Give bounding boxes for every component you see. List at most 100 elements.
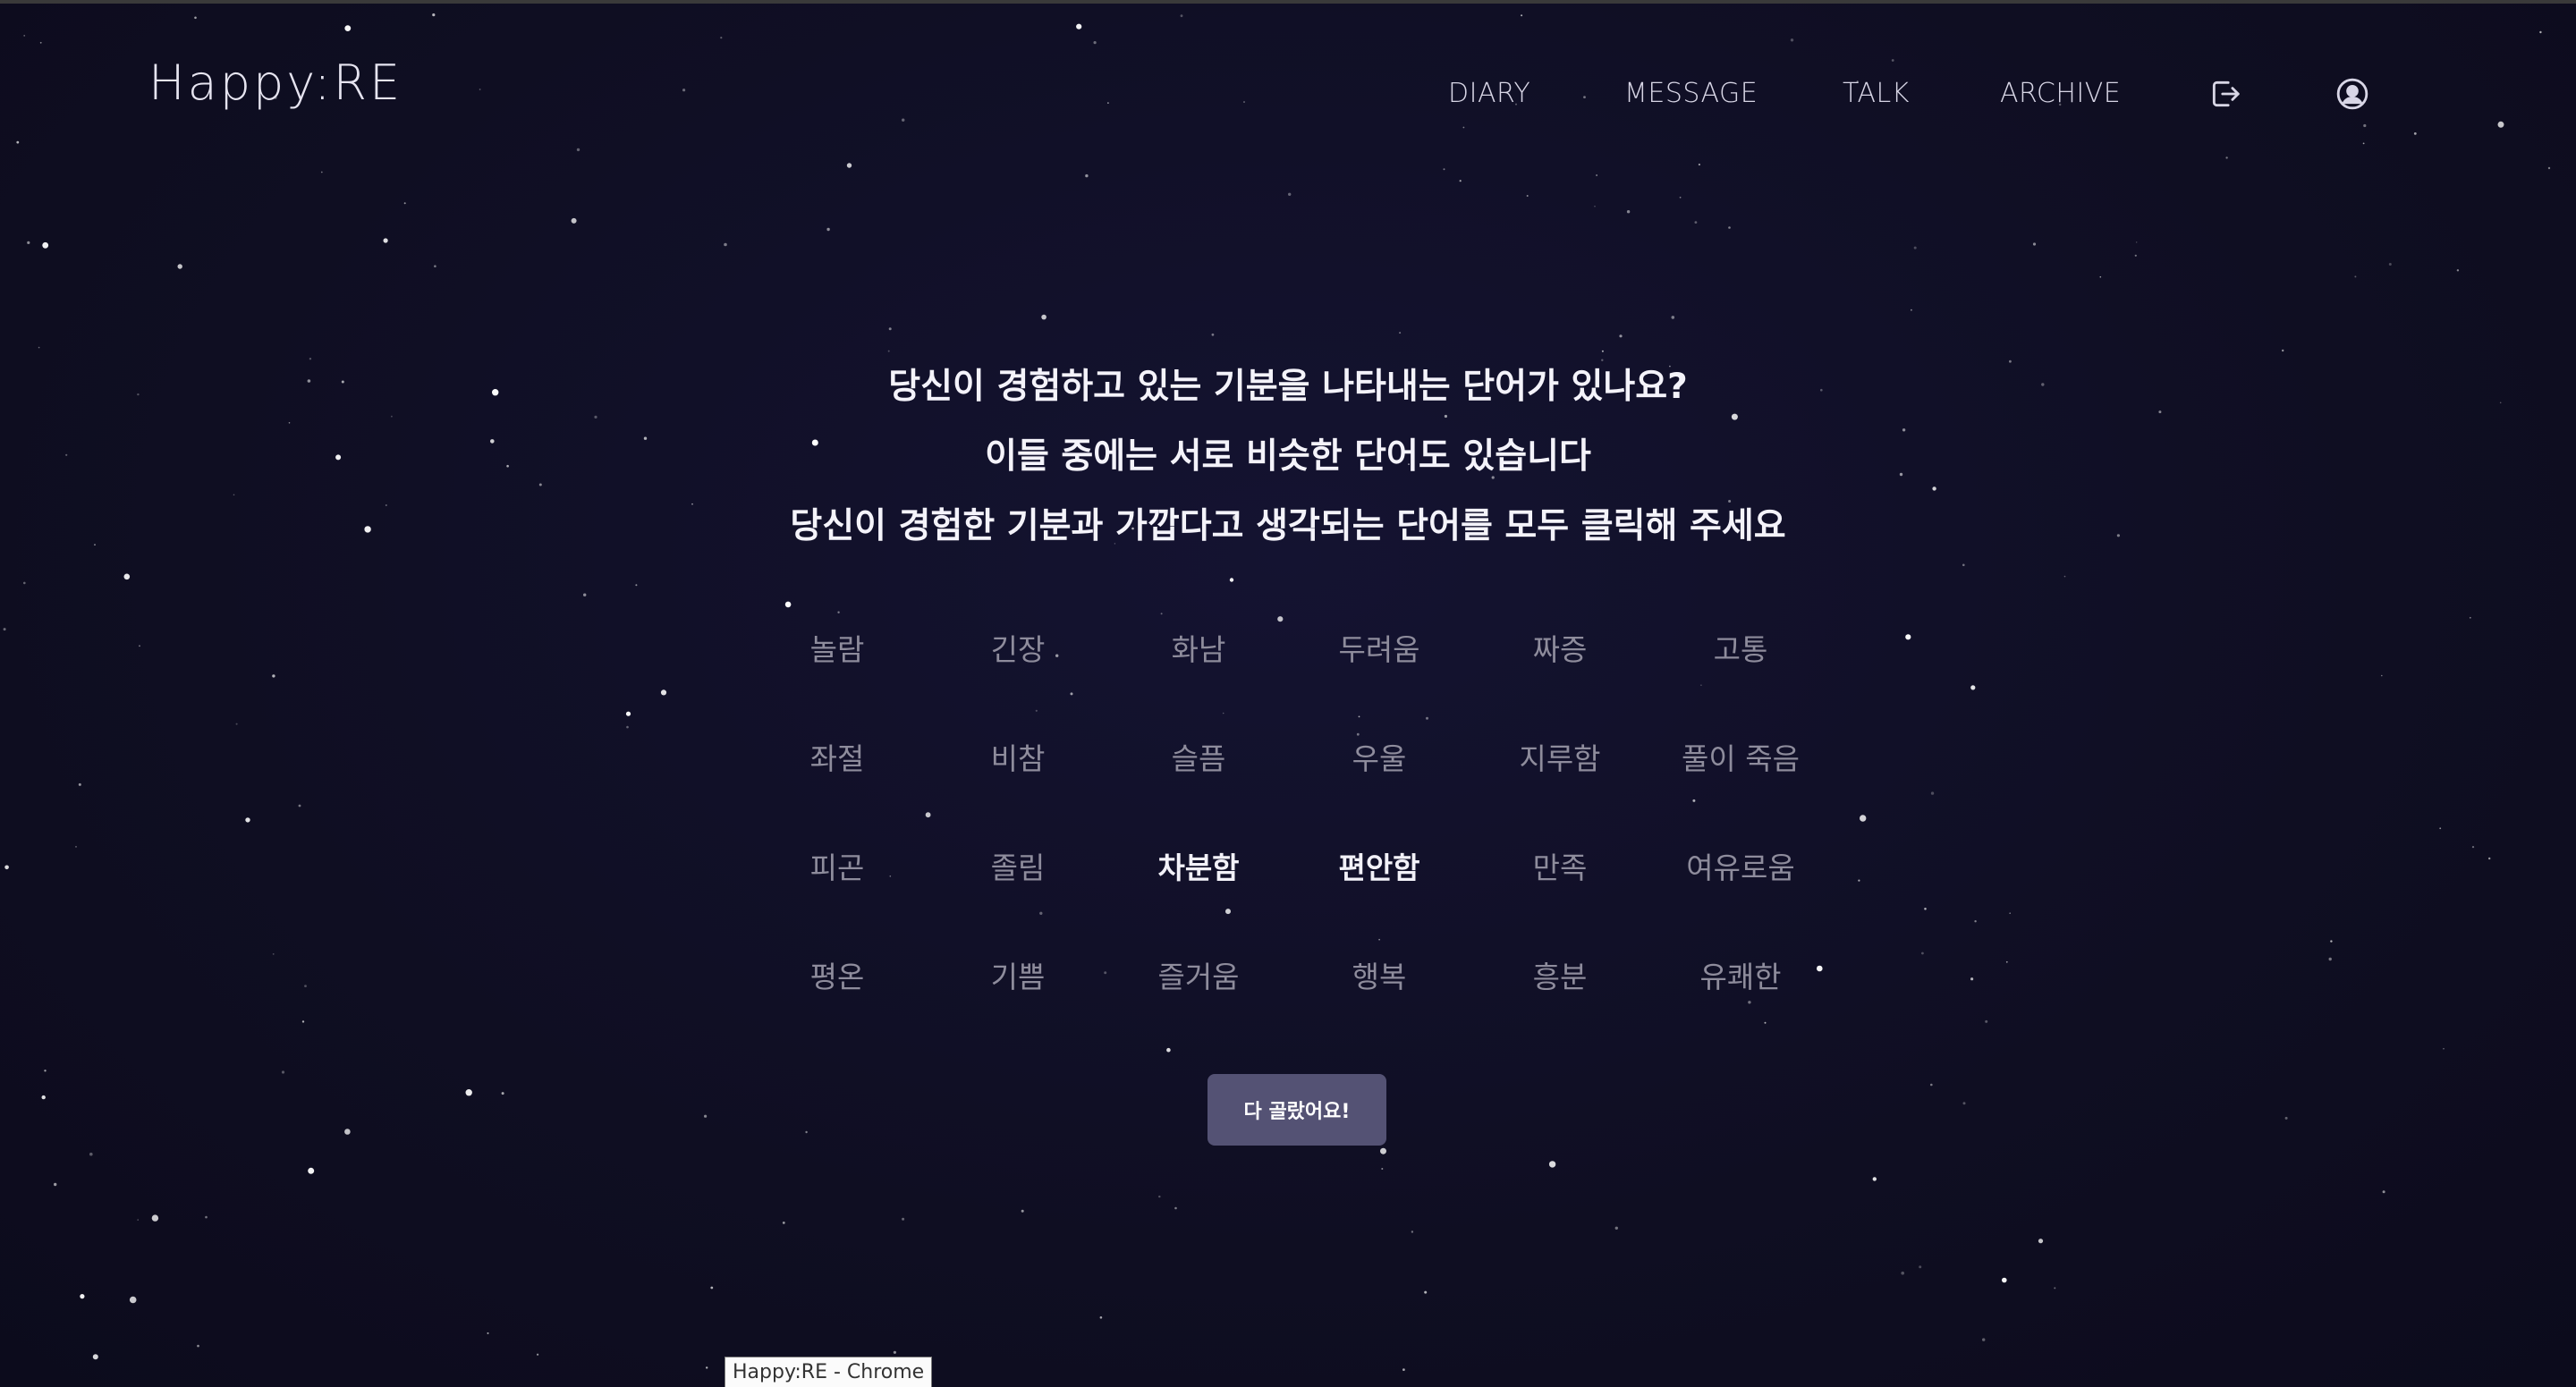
star xyxy=(1985,1019,1988,1023)
star xyxy=(2381,674,2383,677)
emotion-word-boredom[interactable]: 지루함 xyxy=(1470,712,1650,801)
emotion-word-sleepiness[interactable]: 졸림 xyxy=(928,821,1108,910)
star xyxy=(902,1217,905,1221)
star xyxy=(39,41,42,44)
star xyxy=(710,1286,714,1290)
star xyxy=(2009,912,2011,914)
star xyxy=(724,242,727,247)
emotion-word-irritation[interactable]: 짜증 xyxy=(1470,603,1650,692)
star xyxy=(123,573,131,580)
done-button[interactable]: 다 골랐어요! xyxy=(1208,1074,1386,1146)
emotion-word-pain[interactable]: 고통 xyxy=(1650,603,1831,692)
star xyxy=(2134,254,2137,257)
emotion-word-tiredness[interactable]: 피곤 xyxy=(747,821,928,910)
emotion-word-frustration[interactable]: 좌절 xyxy=(747,712,928,801)
star xyxy=(1962,563,1965,567)
emotion-word-cheerful[interactable]: 유쾌한 xyxy=(1650,930,1831,1019)
nav-talk[interactable]: TALK xyxy=(1843,73,1910,114)
star xyxy=(1462,126,1465,129)
star xyxy=(1288,192,1292,196)
emotion-word-anger[interactable]: 화남 xyxy=(1108,603,1289,692)
star xyxy=(2282,349,2284,352)
star xyxy=(308,1167,315,1174)
star xyxy=(888,327,892,331)
star xyxy=(129,1296,137,1304)
emotion-word-fun[interactable]: 즐거움 xyxy=(1108,930,1289,1019)
instruction-line-2: 이들 중에는 서로 비슷한 단어도 있습니다 xyxy=(985,436,1591,477)
emotion-word-dejection[interactable]: 풀이 죽음 xyxy=(1650,712,1831,801)
emotion-word-misery[interactable]: 비참 xyxy=(928,712,1108,801)
star xyxy=(1970,685,1976,690)
star xyxy=(2382,1190,2385,1194)
star xyxy=(1901,1271,1904,1275)
star xyxy=(3,628,6,631)
star xyxy=(1076,23,1082,30)
star xyxy=(1381,1168,1384,1170)
star xyxy=(272,953,275,955)
star xyxy=(2284,1116,2288,1120)
nav-message[interactable]: MESSAGE xyxy=(1624,73,1758,114)
star xyxy=(1679,196,1682,199)
star xyxy=(89,1152,93,1156)
star xyxy=(4,865,9,870)
star xyxy=(281,1070,285,1074)
star xyxy=(75,846,77,848)
star xyxy=(41,1095,46,1100)
star xyxy=(2063,575,2066,578)
star xyxy=(137,1219,139,1221)
emotion-word-surprise[interactable]: 놀람 xyxy=(747,603,928,692)
star xyxy=(2471,846,2475,849)
emotion-word-depression[interactable]: 우울 xyxy=(1289,712,1470,801)
star xyxy=(245,817,250,823)
logout-icon[interactable] xyxy=(2208,77,2242,111)
star xyxy=(2328,957,2332,961)
emotion-word-calm[interactable]: 차분함 xyxy=(1108,821,1289,910)
emotion-word-peace[interactable]: 평온 xyxy=(747,930,928,1019)
star xyxy=(1174,1206,1177,1210)
emotion-word-joy[interactable]: 기쁨 xyxy=(928,930,1108,1019)
star xyxy=(1671,316,1675,319)
star xyxy=(1443,168,1445,171)
star xyxy=(205,1215,208,1219)
star xyxy=(1974,920,1977,923)
star xyxy=(583,593,587,596)
nav-archive[interactable]: ARCHIVE xyxy=(2000,73,2121,114)
star xyxy=(344,1129,351,1135)
star xyxy=(1459,180,1462,182)
star xyxy=(194,16,197,20)
emotion-word-excitement[interactable]: 흥분 xyxy=(1470,930,1650,1019)
star xyxy=(1211,333,1215,336)
star xyxy=(465,1089,472,1096)
star xyxy=(2539,30,2542,34)
emotion-word-relaxed[interactable]: 여유로움 xyxy=(1650,821,1831,910)
star xyxy=(1924,908,1927,910)
star xyxy=(2225,156,2228,159)
user-account-icon[interactable] xyxy=(2335,77,2369,111)
emotion-word-sadness[interactable]: 슬픔 xyxy=(1108,712,1289,801)
instruction-line-3: 당신이 경험한 기분과 가깝다고 생각되는 단어를 모두 클릭해 주세요 xyxy=(790,506,1786,546)
emotion-word-happiness[interactable]: 행복 xyxy=(1289,930,1470,1019)
star xyxy=(2099,275,2102,278)
emotion-word-comfort[interactable]: 편안함 xyxy=(1289,821,1470,910)
star xyxy=(893,1350,897,1354)
star xyxy=(1229,578,1234,582)
nav-diary[interactable]: DIARY xyxy=(1448,73,1530,114)
star xyxy=(2388,263,2392,266)
emotion-word-satisfaction[interactable]: 만족 xyxy=(1470,821,1650,910)
star xyxy=(2136,241,2138,243)
instruction-line-1: 당신이 경험하고 있는 기분을 나타내는 단어가 있나요? xyxy=(888,367,1688,407)
star xyxy=(2354,275,2357,278)
star xyxy=(344,25,352,31)
star xyxy=(1790,38,1794,42)
star xyxy=(151,1214,159,1222)
star xyxy=(2054,1287,2056,1290)
star xyxy=(1399,332,1402,334)
star xyxy=(1596,174,1598,176)
app-page: Happy:RE DIARY MESSAGE TALK ARCHIVE 당신이 … xyxy=(0,0,2576,1387)
star xyxy=(434,265,436,268)
star xyxy=(782,1222,785,1224)
star xyxy=(1402,1368,1405,1371)
star xyxy=(576,148,580,152)
emotion-word-fear[interactable]: 두려움 xyxy=(1289,603,1470,692)
emotion-word-tension[interactable]: 긴장 xyxy=(928,603,1108,692)
